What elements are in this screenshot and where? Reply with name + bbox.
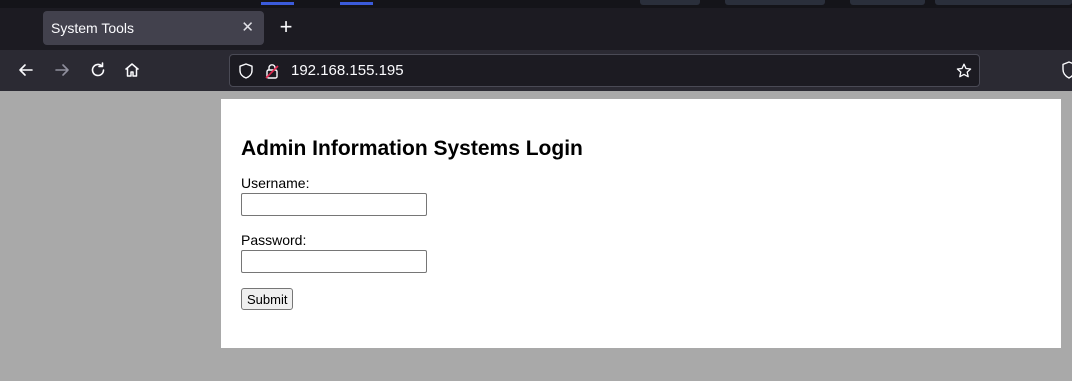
home-icon[interactable] <box>122 60 142 80</box>
tab-title: System Tools <box>51 20 134 36</box>
address-bar[interactable]: 192.168.155.195 <box>229 54 980 87</box>
tab-indicator <box>261 2 294 5</box>
url-text[interactable]: 192.168.155.195 <box>291 62 404 79</box>
tab-bar: System Tools ✕ + <box>0 8 1072 50</box>
tab-indicator <box>340 2 373 5</box>
tab-strip-segment <box>850 0 925 5</box>
tab-strip-segment <box>725 0 825 5</box>
password-label: Password: <box>241 232 307 248</box>
forward-arrow-icon[interactable] <box>52 60 72 80</box>
bookmark-star-icon[interactable] <box>955 62 973 80</box>
insecure-lock-icon[interactable] <box>263 62 281 80</box>
window-top-strip <box>0 0 1072 8</box>
tab-strip-segment <box>935 0 1072 5</box>
tab-system-tools[interactable]: System Tools ✕ <box>43 11 264 45</box>
back-arrow-icon[interactable] <box>16 60 36 80</box>
tab-strip-segment <box>640 0 700 5</box>
navigation-bar: 192.168.155.195 <box>0 50 1072 91</box>
close-icon[interactable]: ✕ <box>241 18 254 36</box>
username-field[interactable] <box>241 193 427 216</box>
login-form-card: Admin Information Systems Login Username… <box>221 99 1061 348</box>
page-title: Admin Information Systems Login <box>241 137 583 160</box>
new-tab-button[interactable]: + <box>276 16 296 40</box>
password-field[interactable] <box>241 250 427 273</box>
username-label: Username: <box>241 175 310 191</box>
reload-icon[interactable] <box>88 60 108 80</box>
shield-icon[interactable] <box>237 62 255 80</box>
extension-shield-icon[interactable] <box>1062 60 1072 80</box>
submit-button[interactable]: Submit <box>241 288 294 310</box>
